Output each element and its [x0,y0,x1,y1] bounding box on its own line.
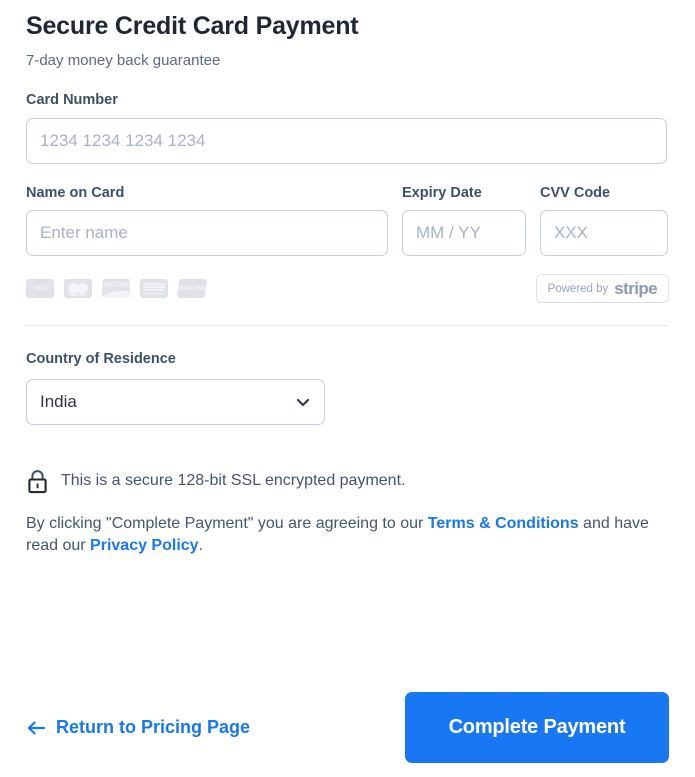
card-number-group: Card Number 1234 1234 1234 1234 [26,69,669,164]
name-on-card-label: Name on Card [26,184,125,201]
country-select[interactable]: India [26,378,325,425]
page-title: Secure Credit Card Payment [26,12,359,40]
terms-text: By clicking "Complete Payment" you are a… [26,494,671,558]
card-number-input[interactable]: 1234 1234 1234 1234 [26,117,667,164]
amex-stripes [143,283,165,295]
complete-payment-button[interactable]: Complete Payment [405,692,669,763]
return-to-pricing-link[interactable]: Return to Pricing Page [26,717,250,738]
privacy-policy-link[interactable]: Privacy Policy [90,537,199,554]
country-group: Country of Residence India [26,326,669,425]
lock-icon [28,469,47,493]
amex-icon [140,279,168,298]
discover-icon-label: DISCOVER [102,282,130,289]
terms-and-conditions-link[interactable]: Terms & Conditions [428,515,579,532]
unionpay-icon-label: UnionPay [176,285,208,292]
payment-page: Secure Credit Card Payment 7-day money b… [0,0,695,777]
mastercard-circle-right [77,282,88,294]
stripe-wordmark: stripe [614,278,657,298]
discover-icon: DISCOVER [102,279,130,298]
name-on-card-input[interactable]: Enter name [26,210,388,256]
stripe-powered-by-label: Powered by [547,282,609,295]
ssl-text: This is a secure 128-bit SSL encrypted p… [61,472,406,489]
cvv-label: CVV Code [540,184,611,201]
payment-brands-row: VISA DISCOVER UnionPay Powered by stripe [26,256,669,303]
cvv-input[interactable]: XXX [540,210,668,256]
expiry-input[interactable]: MM / YY [402,210,526,256]
card-number-label: Card Number [26,92,118,108]
name-on-card-group: Name on Card Enter name [26,184,388,256]
country-selected-value: India [40,391,77,411]
expiry-label: Expiry Date [402,184,482,201]
discover-swoosh [102,288,130,298]
cvv-group: CVV Code XXX [540,184,668,256]
visa-icon-label: VISA [32,285,48,292]
accepted-cards: VISA DISCOVER UnionPay [26,279,208,298]
return-to-pricing-label: Return to Pricing Page [56,717,251,737]
chevron-down-icon [296,398,310,406]
terms-part-1: By clicking "Complete Payment" you are a… [26,514,428,532]
page-subtitle: 7-day money back guarantee [26,52,221,69]
mastercard-wordmark-bar [69,294,87,296]
visa-icon: VISA [26,279,54,298]
country-label: Country of Residence [26,351,176,367]
mastercard-icon [64,279,92,298]
stripe-badge: Powered by stripe [535,274,669,303]
arrow-left-icon [27,721,46,734]
terms-part-3: . [198,537,204,555]
action-bar: Return to Pricing Page Complete Payment [26,692,669,763]
expiry-group: Expiry Date MM / YY [402,184,526,256]
ssl-notice: This is a secure 128-bit SSL encrypted p… [26,425,669,494]
card-details-row: Name on Card Enter name Expiry Date MM /… [26,164,669,256]
unionpay-icon: UnionPay [176,279,208,298]
